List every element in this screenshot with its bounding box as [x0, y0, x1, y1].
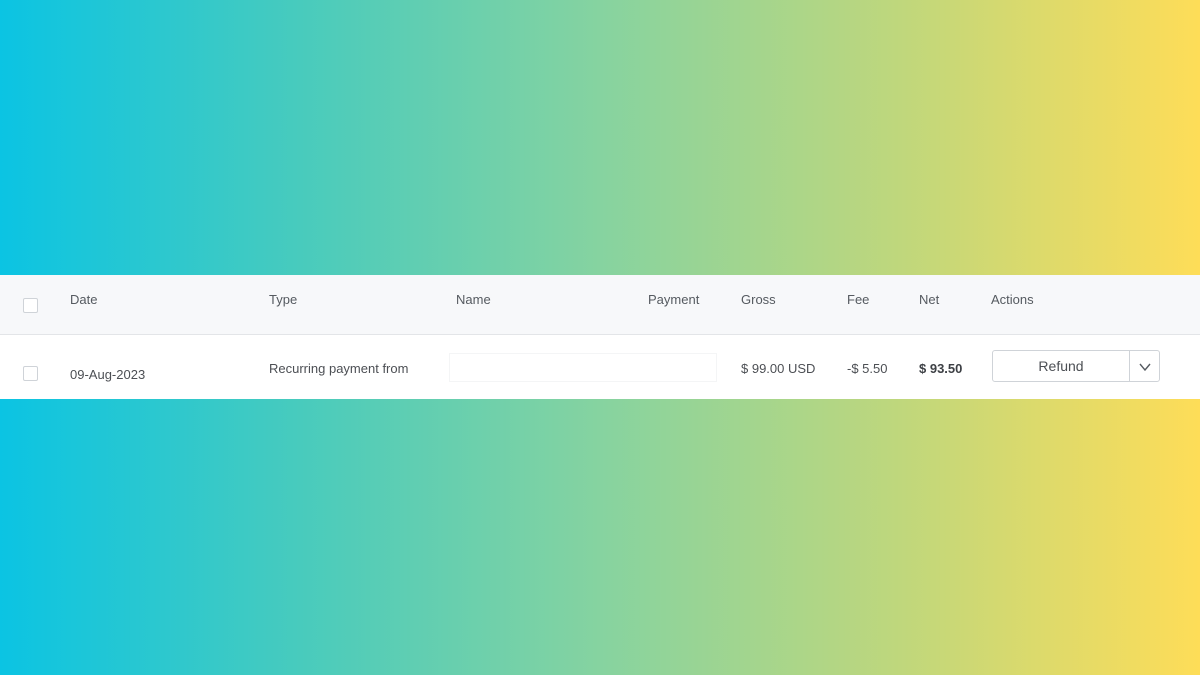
- row-fee: -$ 5.50: [847, 361, 888, 376]
- table-header-row: Date Type Name Payment Gross Fee Net Act…: [0, 275, 1200, 335]
- row-gross: $ 99.00 USD: [741, 361, 816, 376]
- row-date: 09-Aug-2023: [70, 367, 146, 382]
- row-net: $ 93.50: [919, 361, 963, 376]
- column-header-name[interactable]: Name: [456, 292, 491, 308]
- column-header-fee[interactable]: Fee: [847, 292, 869, 308]
- select-all-checkbox[interactable]: [23, 298, 38, 313]
- row-select-checkbox[interactable]: [23, 366, 38, 381]
- refund-button[interactable]: Refund: [993, 351, 1129, 381]
- row-name-redacted: [450, 354, 716, 381]
- column-header-gross[interactable]: Gross: [741, 292, 776, 308]
- column-header-net[interactable]: Net: [919, 292, 939, 308]
- row-type: Recurring payment from: [269, 361, 409, 376]
- chevron-down-icon: [1138, 359, 1151, 374]
- column-header-actions: Actions: [991, 292, 1034, 307]
- column-header-type[interactable]: Type: [269, 292, 297, 308]
- row-action-group: Refund: [992, 350, 1160, 382]
- column-header-payment[interactable]: Payment: [648, 292, 699, 308]
- table-row[interactable]: 09-Aug-2023 Recurring payment from $ 99.…: [0, 335, 1200, 399]
- column-header-date[interactable]: Date: [70, 292, 97, 308]
- transactions-table: Date Type Name Payment Gross Fee Net Act…: [0, 275, 1200, 399]
- action-menu-toggle[interactable]: [1129, 351, 1159, 381]
